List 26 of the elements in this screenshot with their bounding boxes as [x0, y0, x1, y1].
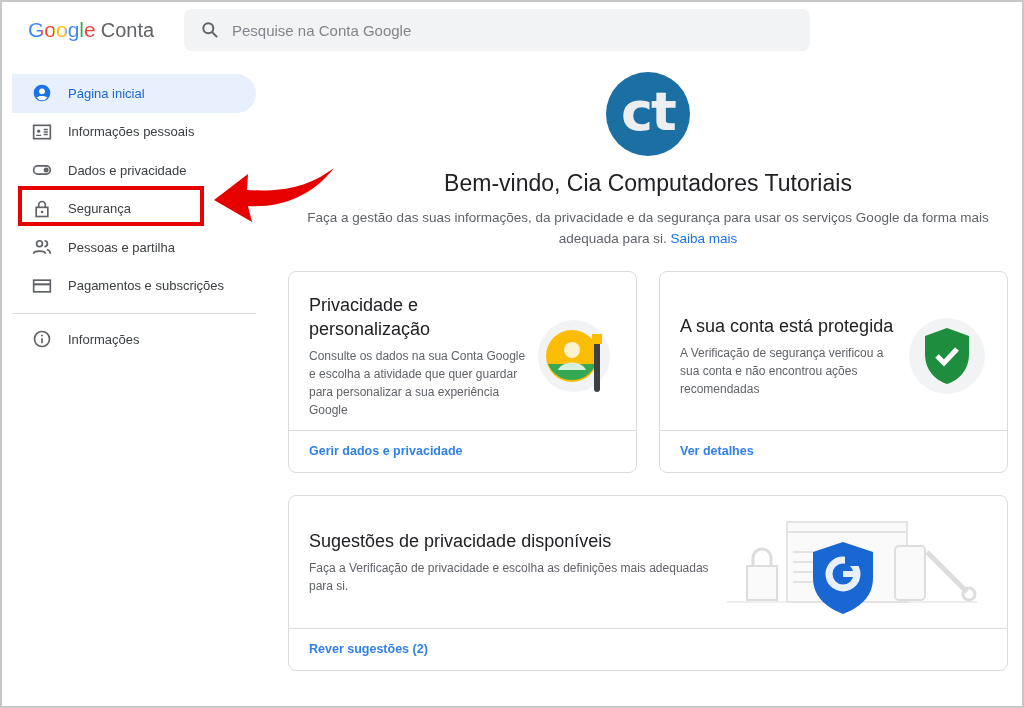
learn-more-link[interactable]: Saiba mais [670, 231, 738, 246]
sidebar-item[interactable]: Informações [12, 320, 256, 359]
card-description: A Verificação de segurança verificou a sua conta e não encontrou ações recomendadas [680, 345, 885, 398]
search-icon [200, 20, 220, 40]
sidebar-item[interactable]: Pagamentos e subscrições [12, 266, 256, 305]
product-name: Conta [100, 19, 155, 42]
sidebar-item[interactable]: Página inicial [12, 74, 256, 113]
card-description: Consulte os dados na sua Conta Google e escolha a atividade que quer guardar para personalizar a sua experiência Google [309, 348, 527, 419]
search-field[interactable]: Pesquise na Conta Google [184, 9, 810, 51]
sidebar-item[interactable]: Dados e privacidade [12, 151, 256, 190]
card-title: Privacidade e personalização [309, 294, 432, 341]
sidebar-item[interactable]: Informações pessoais [12, 112, 256, 151]
card-link[interactable]: Ver detalhes [680, 444, 754, 458]
card-title: A sua conta está protegida [680, 315, 895, 338]
welcome-title: Bem-vindo, Cia Computadores Tutoriais [444, 170, 852, 197]
card-link[interactable]: Gerir dados e privacidade [309, 444, 463, 458]
welcome-description: Faça a gestão das suas informações, da privacidade e da segurança para usar os serviços Google da forma mais adequada para si. Saiba mais [306, 209, 990, 248]
sidebar-item[interactable]: Pessoas e partilha [12, 228, 256, 267]
info-icon [32, 329, 52, 350]
account-icon [32, 83, 52, 104]
card-title: Sugestões de privacidade disponíveis [309, 530, 613, 553]
lock-icon [32, 198, 52, 219]
sidebar-item[interactable]: Segurança [12, 189, 256, 228]
card-description: Faça a Verificação de privacidade e escolha as definições mais adequadas para si. [309, 560, 710, 595]
profile-avatar: ct [606, 72, 690, 156]
card-link[interactable]: Rever sugestões (2) [309, 642, 428, 656]
